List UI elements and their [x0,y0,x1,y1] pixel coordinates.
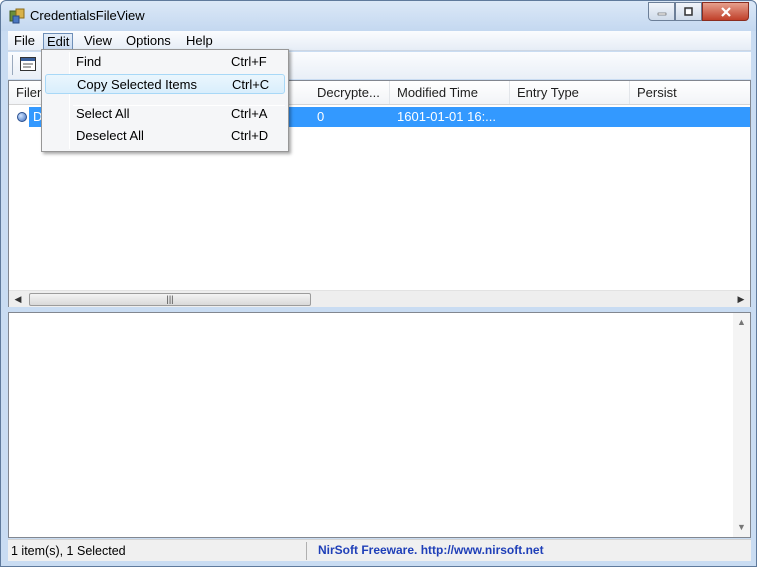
scroll-down-icon[interactable]: ▼ [733,519,750,535]
column-entry-type[interactable]: Entry Type [510,81,630,104]
restore-icon [684,6,693,16]
close-button[interactable] [702,2,749,21]
status-item-count: 1 item(s), 1 Selected [11,544,126,558]
menu-help[interactable]: Help [183,33,216,50]
menu-item-deselect-all[interactable]: Deselect All Ctrl+D [45,126,285,146]
column-modified-time[interactable]: Modified Time [390,81,510,104]
menu-item-copy-selected[interactable]: Copy Selected Items Ctrl+C [45,74,285,94]
credential-icon [17,112,27,122]
window-title: CredentialsFileView [30,8,145,23]
menu-item-label: Find [76,54,102,69]
status-divider [306,542,307,560]
maximize-button[interactable] [675,2,702,21]
menu-view[interactable]: View [81,33,115,50]
close-icon [720,6,731,17]
menu-file[interactable]: File [11,33,38,50]
menu-edit[interactable]: Edit [43,33,74,50]
menu-item-shortcut: Ctrl+D [231,128,269,143]
menu-item-label: Select All [76,106,130,121]
horizontal-scrollbar[interactable]: ◀ ||| ▶ [9,290,750,307]
menu-bar: File Edit View Options Help [8,31,751,51]
app-icon [9,8,25,24]
menu-item-find[interactable]: Find Ctrl+F [45,52,285,72]
nirsoft-link[interactable]: NirSoft Freeware. http://www.nirsoft.net [318,543,544,557]
menu-item-label: Deselect All [76,128,144,143]
vertical-scrollbar[interactable]: ▲ ▼ [733,313,750,537]
scroll-thumb[interactable]: ||| [29,293,311,306]
title-bar[interactable]: CredentialsFileView [1,1,756,31]
properties-icon[interactable] [20,57,36,71]
menu-item-select-all[interactable]: Select All Ctrl+A [45,104,285,124]
scroll-left-icon[interactable]: ◀ [10,293,26,306]
status-bar: 1 item(s), 1 Selected NirSoft Freeware. … [8,539,751,561]
scroll-right-icon[interactable]: ▶ [733,293,749,306]
menu-item-label: Copy Selected Items [77,77,197,92]
minimize-icon [657,12,666,15]
details-pane[interactable]: ▲ ▼ [8,312,751,538]
edit-menu-dropdown: Find Ctrl+F Copy Selected Items Ctrl+C S… [41,49,289,152]
column-decrypted[interactable]: Decrypte... [310,81,390,104]
menu-options[interactable]: Options [123,33,174,50]
toolbar-separator [12,55,13,75]
cell-modified-time: 1601-01-01 16:... [397,109,497,124]
menu-item-shortcut: Ctrl+A [231,106,268,121]
scroll-up-icon[interactable]: ▲ [733,314,750,330]
column-persist[interactable]: Persist [630,81,750,104]
cell-decrypted: 0 [317,109,325,124]
minimize-button[interactable] [648,2,675,21]
menu-item-shortcut: Ctrl+C [232,77,270,92]
menu-item-shortcut: Ctrl+F [231,54,267,69]
